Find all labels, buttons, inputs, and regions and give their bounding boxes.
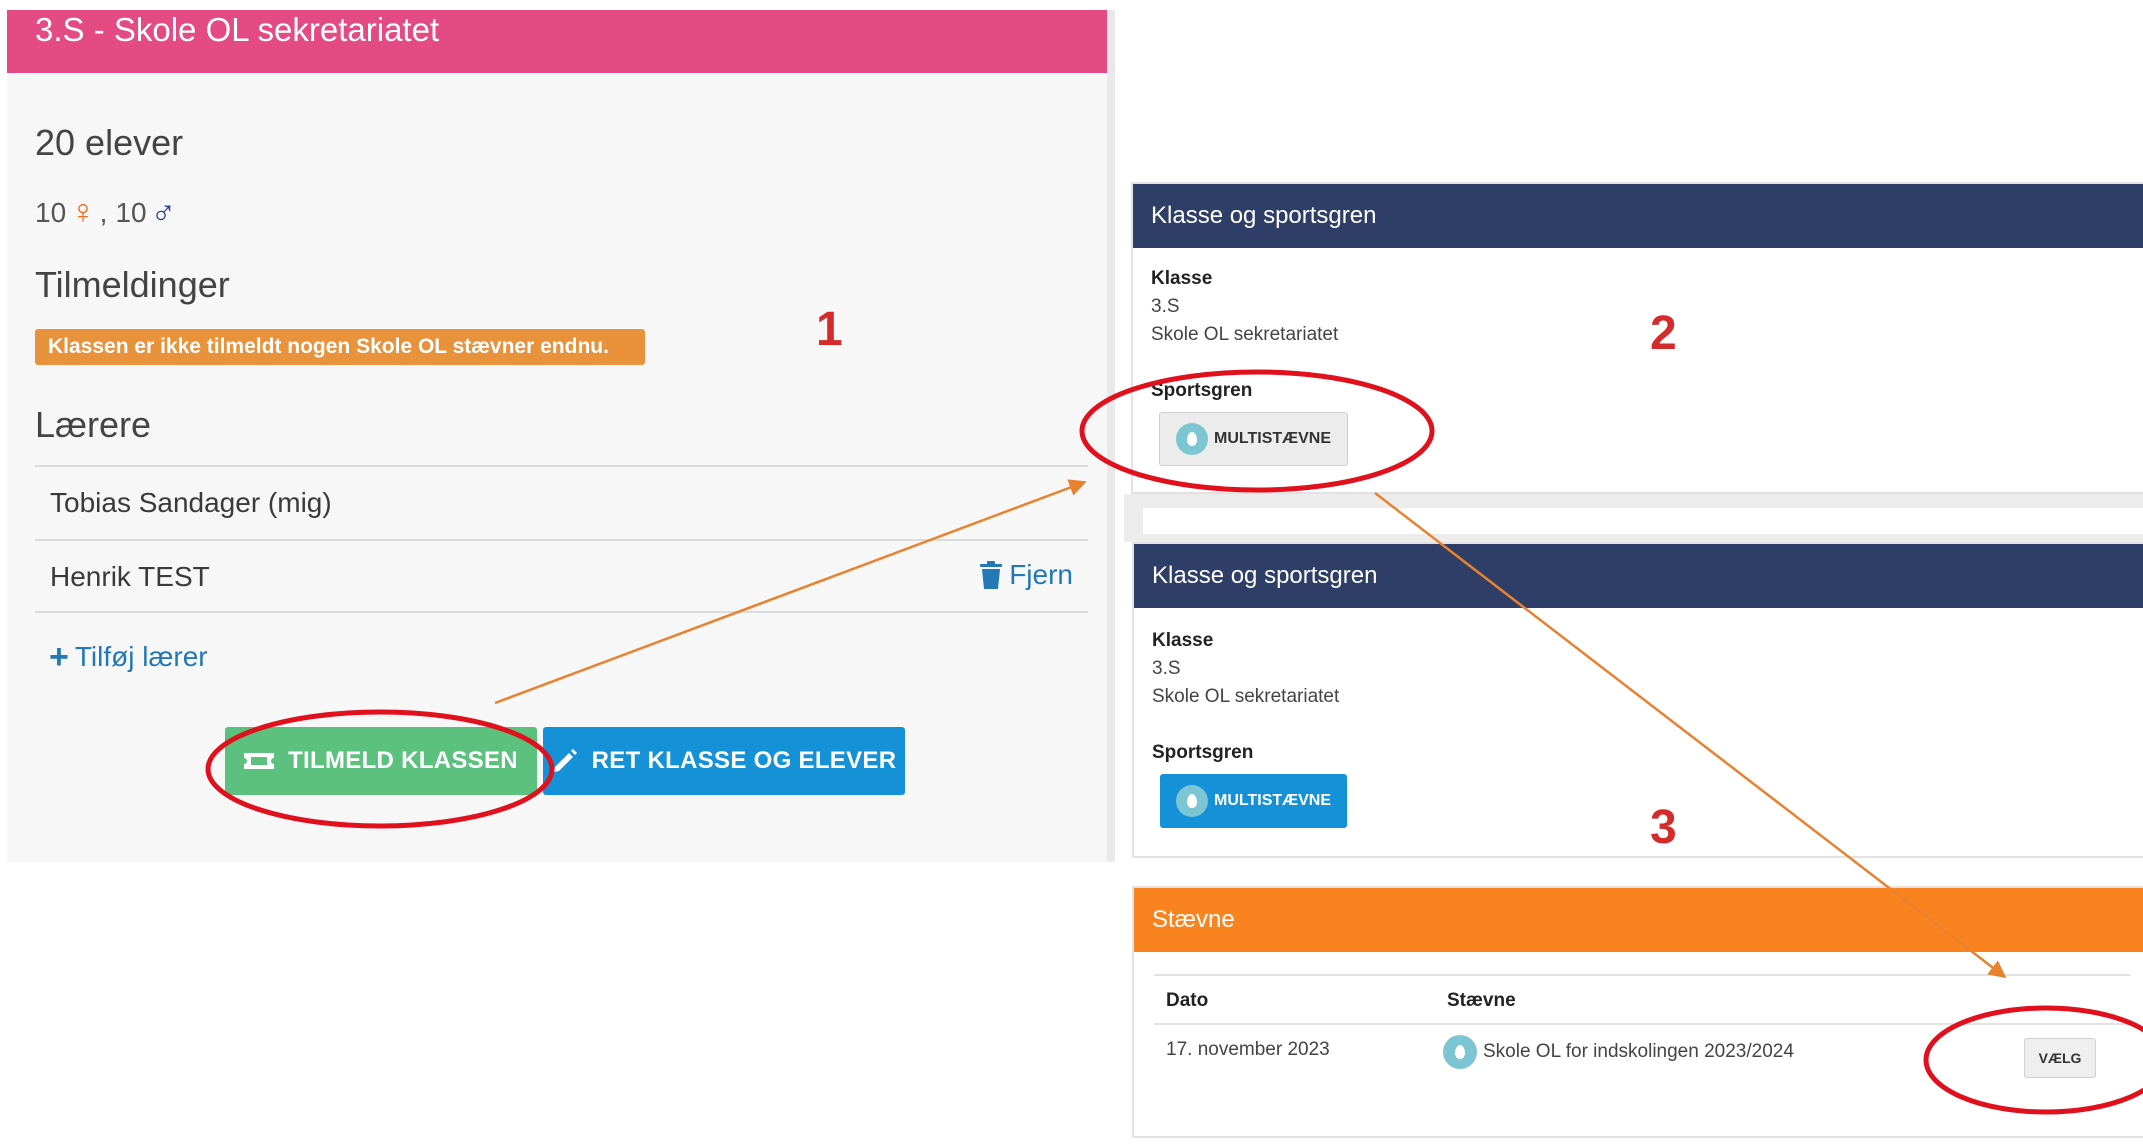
class-value: 3.S bbox=[1152, 658, 1181, 679]
add-teacher-link[interactable]: + Tilføj lærer bbox=[49, 638, 208, 676]
event-name-label: Skole OL for indskolingen 2023/2024 bbox=[1483, 1041, 1794, 1062]
class-sport-card: Klasse og sportsgren Klasse 3.S Skole OL… bbox=[1131, 182, 2143, 494]
class-sport-card-selected: Klasse og sportsgren Klasse 3.S Skole OL… bbox=[1132, 542, 2143, 858]
class-title: 3.S - Skole OL sekretariatet bbox=[35, 11, 440, 48]
choose-event-button[interactable]: VÆLG bbox=[2024, 1038, 2096, 1078]
panel-divider bbox=[1107, 10, 1115, 862]
student-count: 20 elever bbox=[35, 122, 184, 163]
table-header: Dato Stævne bbox=[1154, 974, 2130, 1025]
plus-icon: + bbox=[49, 638, 69, 676]
column-header-event: Stævne bbox=[1447, 990, 1516, 1011]
remove-teacher-link[interactable]: Fjern bbox=[979, 559, 1073, 591]
sport-logo-icon bbox=[1176, 785, 1208, 817]
teacher-row: Tobias Sandager (mig) bbox=[35, 465, 1088, 539]
registrations-heading: Tilmeldinger bbox=[35, 264, 230, 305]
sport-label: Sportsgren bbox=[1152, 742, 1254, 763]
event-card: Stævne Dato Stævne 17. november 2023 Sko… bbox=[1132, 886, 2143, 1138]
pencil-icon bbox=[553, 749, 577, 772]
panel-gap-inner bbox=[1143, 508, 2143, 534]
step-number-1: 1 bbox=[816, 303, 843, 356]
trash-icon bbox=[980, 561, 1003, 589]
registrations-alert: Klassen er ikke tilmeldt nogen Skole OL … bbox=[35, 329, 645, 365]
class-panel: 3.S - Skole OL sekretariatet 20 elever 1… bbox=[7, 10, 1113, 862]
step-number-2: 2 bbox=[1650, 307, 1677, 360]
school-value: Skole OL sekretariatet bbox=[1152, 686, 1340, 707]
card-header: Stævne bbox=[1134, 888, 2143, 952]
teacher-row: Henrik TEST Fjern bbox=[35, 539, 1088, 613]
sport-button[interactable]: MULTISTÆVNE bbox=[1159, 412, 1349, 466]
teacher-list: Tobias Sandager (mig) Henrik TEST Fjern bbox=[35, 465, 1088, 613]
sport-button-label: MULTISTÆVNE bbox=[1214, 792, 1332, 809]
card-header: Klasse og sportsgren bbox=[1134, 544, 2143, 608]
column-header-date: Dato bbox=[1166, 990, 1209, 1011]
sport-button-selected[interactable]: MULTISTÆVNE bbox=[1160, 774, 1348, 828]
table-row: 17. november 2023 Skole OL for indskolin… bbox=[1154, 1025, 2130, 1085]
gender-distribution: 10 ♀ , 10 ♂ bbox=[35, 193, 176, 232]
female-icon: ♀ bbox=[70, 193, 96, 231]
male-icon: ♂ bbox=[150, 193, 177, 231]
ticket-icon bbox=[244, 753, 275, 769]
class-label: Klasse bbox=[1152, 630, 1214, 651]
edit-button-label: RET KLASSE OG ELEVER bbox=[591, 747, 897, 774]
edit-class-button[interactable]: RET KLASSE OG ELEVER bbox=[543, 727, 905, 795]
sport-button-label: MULTISTÆVNE bbox=[1214, 430, 1332, 447]
school-value: Skole OL sekretariatet bbox=[1151, 324, 1339, 345]
event-date: 17. november 2023 bbox=[1166, 1039, 1330, 1060]
teacher-name: Henrik TEST bbox=[50, 561, 210, 592]
event-name: Skole OL for indskolingen 2023/2024 bbox=[1443, 1035, 1794, 1069]
card-header: Klasse og sportsgren bbox=[1133, 184, 2143, 248]
sport-label: Sportsgren bbox=[1151, 380, 1253, 401]
sport-logo-icon bbox=[1176, 423, 1208, 455]
class-value: 3.S bbox=[1151, 296, 1180, 317]
teachers-heading: Lærere bbox=[35, 404, 152, 445]
teacher-name: Tobias Sandager (mig) bbox=[50, 487, 332, 518]
add-teacher-label: Tilføj lærer bbox=[74, 641, 208, 672]
male-count: 10 bbox=[115, 196, 147, 228]
female-count: 10 bbox=[35, 196, 67, 228]
step-number-3: 3 bbox=[1650, 801, 1677, 854]
event-table: Dato Stævne 17. november 2023 Skole OL f… bbox=[1154, 974, 2130, 1085]
register-button-label: TILMELD KLASSEN bbox=[288, 747, 518, 774]
class-header: 3.S - Skole OL sekretariatet bbox=[7, 10, 1113, 73]
register-class-button[interactable]: TILMELD KLASSEN bbox=[225, 727, 537, 795]
gender-separator: , bbox=[99, 196, 108, 228]
sport-logo-icon bbox=[1443, 1035, 1477, 1069]
class-label: Klasse bbox=[1151, 268, 1213, 289]
remove-label: Fjern bbox=[1009, 559, 1073, 590]
